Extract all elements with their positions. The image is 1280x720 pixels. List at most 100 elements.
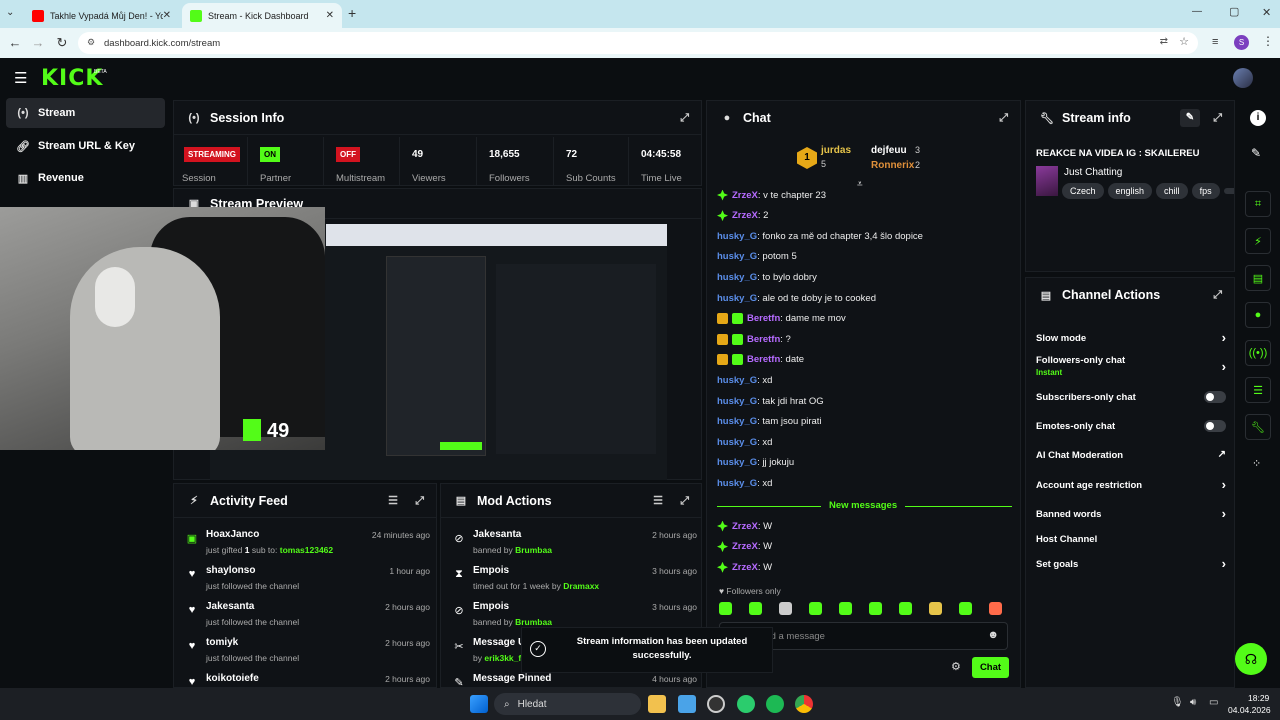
banned-words-row[interactable]: Banned words › [1036,501,1226,527]
filter-icon[interactable]: ☰ [653,494,663,507]
panels-icon[interactable]: ☰ [1245,377,1271,403]
tab-list-chevron-icon[interactable]: ⌄ [6,7,14,18]
minimize-button[interactable]: — [1192,6,1202,17]
feed-username[interactable]: tomiyk [206,637,238,648]
emoji-picker-icon[interactable]: ☻ [987,629,999,641]
broadcast-action-icon[interactable]: ((•)) [1245,340,1271,366]
battery-icon[interactable]: ▭ [1209,697,1218,708]
chat-username[interactable]: ZrzeX [732,541,758,552]
mod-target[interactable]: Empois [473,601,509,612]
chat-username[interactable]: Beretfn [747,354,780,365]
expand-icon[interactable]: ⤢ [415,495,424,508]
chat-username[interactable]: husky_G [717,293,757,304]
back-arrow-icon[interactable]: ← [7,35,23,50]
spotify-icon[interactable] [766,695,784,713]
forward-arrow-icon[interactable]: → [30,35,46,50]
emote-icon[interactable] [749,602,762,615]
emote-icon[interactable] [839,602,852,615]
expand-icon[interactable]: ⤢ [680,495,689,508]
leader-second-name[interactable]: dejfeuu [871,145,907,156]
moderator-name[interactable]: Dramaxx [563,581,599,591]
maximize-button[interactable]: ▢ [1229,5,1239,18]
chat-username[interactable]: husky_G [717,251,757,262]
leader-first-name[interactable]: jurdas [821,145,851,156]
profile-avatar[interactable]: S [1234,35,1249,50]
document-icon[interactable]: ▤ [1245,265,1271,291]
gift-target[interactable]: tomas123462 [280,545,333,555]
emote-icon[interactable] [779,602,792,615]
file-explorer-icon[interactable] [648,695,666,713]
notepad-app-icon[interactable] [678,695,696,713]
mod-target[interactable]: Jakesanta [473,529,521,540]
hamburger-menu-icon[interactable]: ☰ [14,69,27,87]
chat-username[interactable]: husky_G [717,457,757,468]
address-bar[interactable]: ⚙ dashboard.kick.com/stream ⇄ ☆ [78,32,1198,54]
chat-action-icon[interactable]: ● [1245,302,1271,328]
edit-pencil-icon[interactable]: ✎ [1180,109,1200,127]
chat-username[interactable]: husky_G [717,375,757,386]
mod-target[interactable]: Message Pinned [473,673,551,684]
taskbar-time[interactable]: 18:29 [1248,693,1269,703]
mod-target[interactable]: Message U [473,637,525,648]
leader-third-name[interactable]: Ronnerix [871,160,914,171]
chat-username[interactable]: ZrzeX [732,562,758,573]
emote-icon[interactable] [809,602,822,615]
close-window-button[interactable]: ✕ [1262,6,1271,19]
moderator-name[interactable]: Brumbaa [515,545,552,555]
emote-icon[interactable] [989,602,1002,615]
moderator-name[interactable]: erik3kk_fr [484,653,524,663]
clip-icon[interactable]: ⌗ [1245,191,1271,217]
sidebar-item-stream-url-key[interactable]: 🔗︎ Stream URL & Key [6,131,165,161]
emote-icon[interactable] [869,602,882,615]
tab-youtube[interactable]: Takhle Vypadá Můj Den! - YouT… ✕ [24,3,179,28]
emote-icon[interactable] [719,602,732,615]
chrome-icon[interactable] [795,695,813,713]
category-name[interactable]: Just Chatting [1064,167,1122,178]
windows-start-icon[interactable] [470,695,488,713]
chat-username[interactable]: ZrzeX [732,190,758,201]
send-chat-button[interactable]: Chat [972,657,1009,678]
chat-username[interactable]: husky_G [717,272,757,283]
slow-mode-row[interactable]: Slow mode › [1036,325,1226,351]
telegram-like-icon[interactable] [737,695,755,713]
feed-username[interactable]: HoaxJanco [206,529,259,540]
emote-icon[interactable] [959,602,972,615]
info-icon[interactable]: i [1250,110,1266,126]
moderator-name[interactable]: Brumbaa [515,617,552,627]
expand-icon[interactable]: ⤢ [680,112,689,125]
feed-username[interactable]: shaylonso [206,565,255,576]
bookmark-star-icon[interactable]: ☆ [1179,35,1189,48]
feed-username[interactable]: Jakesanta [206,601,254,612]
chat-username[interactable]: husky_G [717,437,757,448]
close-tab-icon[interactable]: ✕ [326,10,334,21]
lightning-action-icon[interactable]: ⚡︎ [1245,228,1271,254]
close-tab-icon[interactable]: ✕ [163,10,171,21]
followers-only-row[interactable]: Followers-only chat Instant › [1036,351,1226,383]
chat-username[interactable]: husky_G [717,478,757,489]
browser-menu-icon[interactable]: ⋮ [1262,34,1274,48]
expand-icon[interactable]: ⤢ [1213,289,1222,302]
support-headset-icon[interactable]: ☊ [1235,643,1267,675]
sidebar-item-revenue[interactable]: ▥ Revenue [6,163,165,193]
new-tab-button[interactable]: + [348,5,356,21]
chat-username[interactable]: ZrzeX [732,521,758,532]
set-goals-row[interactable]: Set goals › [1036,551,1226,577]
subscribers-only-toggle[interactable] [1204,391,1226,403]
translate-icon[interactable]: ⇄ [1160,36,1168,47]
mod-target[interactable]: Empois [473,565,509,576]
sidebar-item-stream[interactable]: (•) Stream [6,98,165,128]
chat-settings-gear-icon[interactable]: ⚙ [951,660,961,673]
user-avatar[interactable] [1233,68,1253,88]
obs-app-icon[interactable] [707,695,725,713]
expand-icon[interactable]: ⤢ [1213,112,1222,125]
feed-username[interactable]: koikotoiefe [206,673,259,684]
account-age-row[interactable]: Account age restriction › [1036,472,1226,498]
filter-icon[interactable]: ☰ [388,494,398,507]
edit-layout-pencil-icon[interactable]: ✎ [1251,146,1261,160]
emotes-only-toggle[interactable] [1204,420,1226,432]
ai-moderation-row[interactable]: AI Chat Moderation ↗ [1036,442,1226,468]
emote-icon[interactable] [929,602,942,615]
tab-kick-dashboard[interactable]: Stream - Kick Dashboard ✕ [182,3,342,28]
microphone-icon[interactable]: 🎙︎ [1171,697,1184,708]
host-channel-row[interactable]: Host Channel [1036,526,1226,552]
